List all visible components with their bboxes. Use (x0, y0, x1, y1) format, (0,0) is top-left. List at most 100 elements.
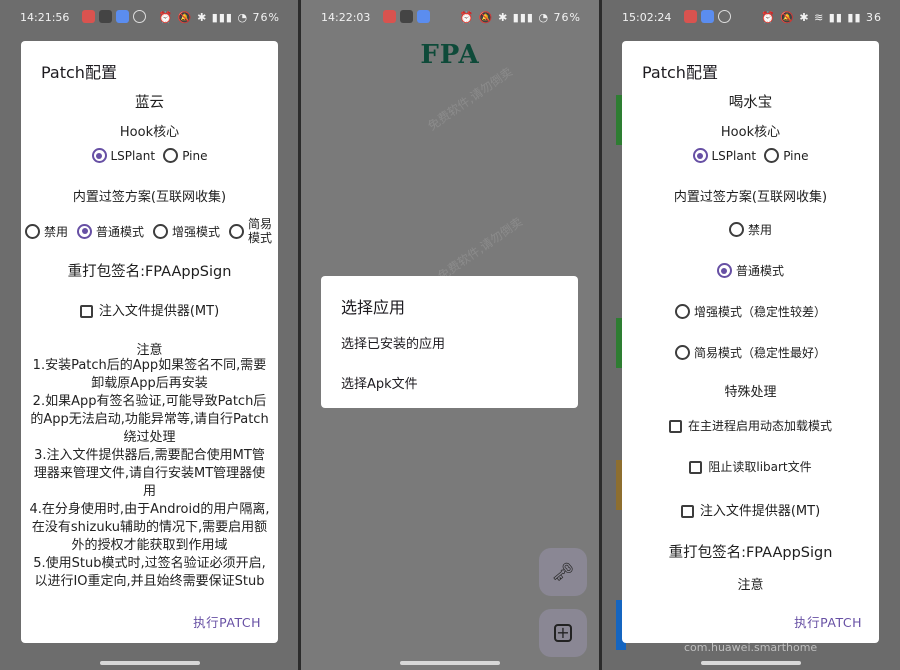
hook-options: LSPlant Pine (622, 148, 879, 167)
option-label: 增强模式（稳定性较差） (693, 305, 826, 319)
checkbox-icon (79, 305, 93, 318)
checkbox-icon (689, 461, 703, 474)
hook-label: Hook核心 (720, 125, 781, 140)
checkbox-label: 阻止读取libart文件 (708, 460, 812, 474)
app-notification-icon (99, 10, 112, 23)
app-notification-icon (718, 10, 731, 23)
system-status: ⏰ 🔕 ✱ ▮▮▮ ◔ 76% (158, 11, 280, 24)
gesture-nav-bar (100, 661, 200, 665)
bypass-option-normal[interactable]: 普通模式 (77, 223, 144, 240)
app-notification-icon (383, 10, 396, 23)
bypass-option-normal[interactable]: 普通模式 (622, 262, 879, 282)
system-status: ⏰ 🔕 ✱ ≋ ▮▮ ▮▮ 36 (760, 11, 882, 24)
status-time: 14:21:56 (20, 11, 70, 24)
execute-patch-button[interactable]: 执行PATCH (193, 612, 261, 631)
status-bar: 14:22:03 ⏰ 🔕 ✱ ▮▮▮ ◔ 76% (301, 0, 599, 34)
status-time: 14:22:03 (321, 11, 371, 24)
bypass-label: 内置过签方案(互联网收集) (673, 190, 828, 205)
hook-option-pine[interactable]: Pine (163, 148, 207, 163)
select-apk-file-item[interactable]: 选择Apk文件 (341, 373, 418, 392)
bypass-option-enhanced[interactable]: 增强模式 (153, 223, 220, 240)
radio-unselected-icon (674, 345, 690, 360)
note-item: 4.在分身使用时,由于Android的用户隔离,在没有shizuku辅助的情况下… (29, 502, 270, 553)
hook-option-lsplant[interactable]: LSPlant (91, 148, 156, 163)
select-app-dialog: 选择应用 选择已安装的应用 选择Apk文件 (321, 276, 578, 408)
app-notification-icon (82, 10, 95, 23)
radio-unselected-icon (25, 223, 40, 239)
bypass-option-enhanced[interactable]: 增强模式（稳定性较差） (622, 303, 879, 323)
app-name: 喝水宝 (728, 95, 773, 111)
app-notification-icon (417, 10, 430, 23)
battery-level: 76% (553, 11, 581, 24)
status-bar: 15:02:24 ⏰ 🔕 ✱ ≋ ▮▮ ▮▮ 36 (602, 0, 900, 34)
special-label: 特殊处理 (724, 385, 777, 400)
bypass-option-simple[interactable]: 简易模式（稳定性最好） (622, 344, 879, 364)
option-label: 简易模式 (248, 217, 273, 245)
hook-option-pine[interactable]: Pine (764, 148, 808, 163)
radio-unselected-icon (728, 222, 744, 237)
signature-label: 重打包签名:FPAAppSign (67, 264, 232, 280)
bypass-option-simple[interactable]: 简易模式 (229, 217, 274, 245)
hook-label: Hook核心 (119, 125, 180, 140)
notification-icons (82, 10, 146, 23)
dialog-title: Patch配置 (642, 63, 718, 82)
checkbox-label: 注入文件提供器(MT) (98, 304, 220, 319)
app-notification-icon (400, 10, 413, 23)
radio-unselected-icon (163, 148, 179, 163)
option-label: 普通模式 (735, 264, 784, 278)
gesture-nav-bar (400, 661, 500, 665)
checkbox-label: 注入文件提供器(MT) (699, 504, 821, 519)
note-item: 3.注入文件提供器后,需要配合使用MT管理器来管理文件,请自行安装MT管理器使用 (33, 448, 266, 499)
note-item: 2.如果App有签名验证,可能导致Patch后的App无法启动,功能异常等,请自… (30, 394, 269, 445)
screen-patch-config-heshuibao: 15:02:24 ⏰ 🔕 ✱ ≋ ▮▮ ▮▮ 36 com.huawei.sma… (602, 0, 900, 670)
checkbox-label: 在主进程启用动态加载模式 (687, 419, 832, 433)
option-label: 禁用 (44, 224, 69, 239)
checkbox-icon (680, 505, 694, 518)
app-notification-icon (701, 10, 714, 23)
radio-unselected-icon (153, 223, 168, 239)
inject-file-provider-checkbox[interactable]: 注入文件提供器(MT) (622, 500, 879, 519)
block-libart-checkbox[interactable]: 阻止读取libart文件 (622, 458, 879, 475)
select-installed-app-item[interactable]: 选择已安装的应用 (341, 333, 445, 352)
execute-patch-button[interactable]: 执行PATCH (794, 612, 862, 631)
app-name: 蓝云 (135, 95, 164, 111)
notes-list: 1.安装Patch后的App如果签名不同,需要卸载原App后再安装 2.如果Ap… (29, 357, 270, 591)
notification-icons (383, 10, 430, 23)
radio-unselected-icon (674, 304, 690, 319)
add-fab-button[interactable]: + (539, 609, 587, 657)
option-label: LSPlant (711, 148, 757, 163)
notification-icons (684, 10, 731, 23)
inject-file-provider-checkbox[interactable]: 注入文件提供器(MT) (21, 300, 278, 319)
app-notification-icon (116, 10, 129, 23)
battery-level: 36 (866, 11, 882, 24)
dynamic-load-checkbox[interactable]: 在主进程启用动态加载模式 (622, 417, 879, 434)
app-title: FPA (420, 40, 480, 70)
radio-selected-icon (692, 148, 708, 163)
hook-option-lsplant[interactable]: LSPlant (692, 148, 757, 163)
checkbox-icon (668, 420, 682, 433)
radio-selected-icon (716, 263, 732, 278)
bypass-option-disable[interactable]: 禁用 (25, 223, 68, 240)
note-item: 5.使用Stub模式时,过签名验证必须开启,以进行IO重定向,并且始终需要保证S… (33, 556, 266, 589)
gesture-nav-bar (701, 661, 801, 665)
radio-unselected-icon (764, 148, 780, 163)
patch-config-dialog: Patch配置 蓝云 Hook核心 LSPlant Pine 内置过签方案(互联… (21, 41, 278, 643)
key-fab-button[interactable]: 🗝 (539, 548, 587, 596)
option-label: 简易模式（稳定性最好） (693, 346, 826, 360)
battery-level: 76% (252, 11, 280, 24)
notes-title: 注意 (136, 343, 163, 358)
dialog-title: Patch配置 (41, 63, 117, 82)
option-label: Pine (182, 148, 208, 163)
option-label: Pine (783, 148, 809, 163)
bypass-option-disable[interactable]: 禁用 (622, 221, 879, 241)
option-label: 禁用 (747, 223, 772, 237)
radio-selected-icon (77, 223, 92, 239)
dialog-title: 选择应用 (341, 298, 406, 317)
option-label: LSPlant (110, 148, 156, 163)
option-label: 增强模式 (172, 224, 221, 239)
notes-title: 注意 (737, 578, 764, 593)
key-icon: 🗝 (551, 561, 575, 583)
signature-label: 重打包签名:FPAAppSign (668, 545, 833, 561)
hook-options: LSPlant Pine (21, 148, 278, 167)
radio-unselected-icon (229, 223, 244, 239)
